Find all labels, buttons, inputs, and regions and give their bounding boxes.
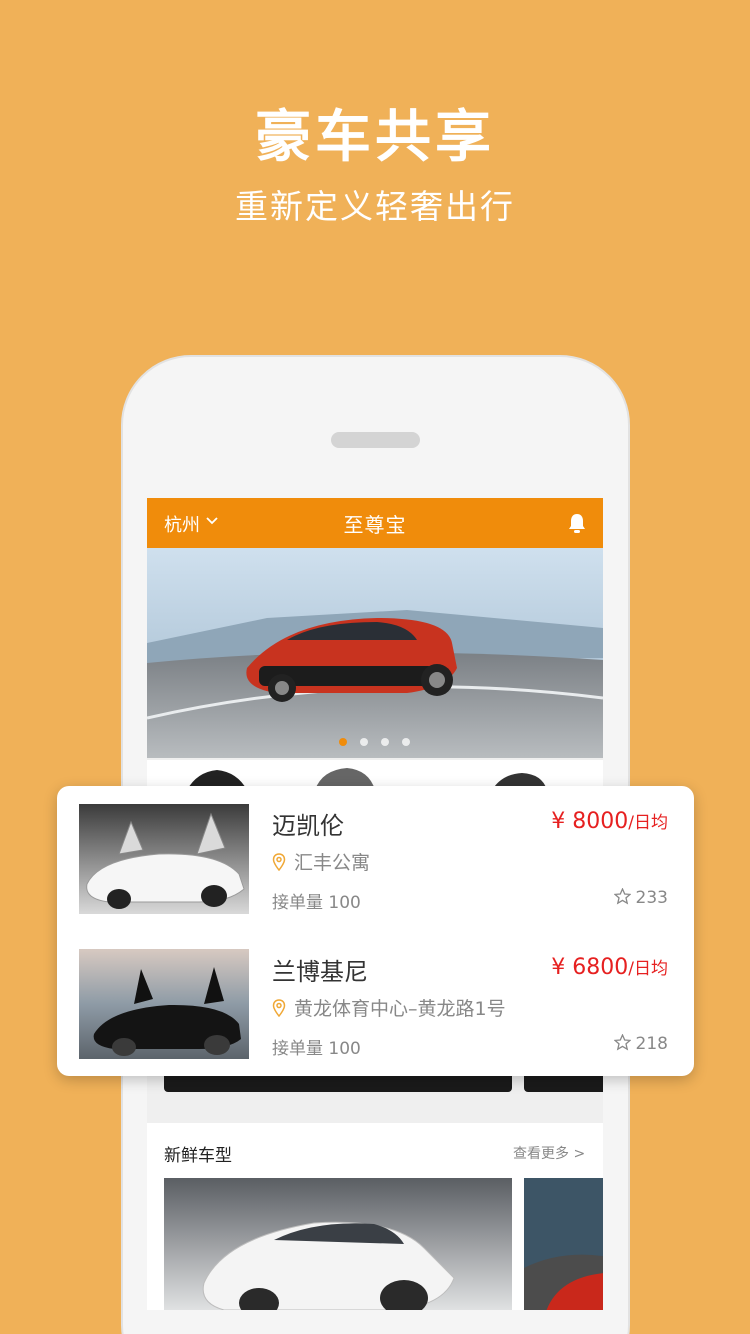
listing-card: 迈凯伦 ¥ 8000/日均 汇丰公寓 接单量 100 233 兰博基尼 ¥ 68… xyxy=(57,786,694,1076)
car-thumbnail[interactable] xyxy=(79,949,249,1059)
location-pin-icon xyxy=(272,999,286,1017)
carousel-dot[interactable] xyxy=(381,738,389,746)
car-price: ¥ 8000/日均 xyxy=(551,808,668,834)
ferrari-image xyxy=(524,1178,603,1310)
mclaren-image xyxy=(79,804,249,914)
app-title: 至尊宝 xyxy=(343,513,407,537)
hero-title: 豪车共享 xyxy=(255,105,495,170)
price-unit: /日均 xyxy=(628,813,668,833)
app-header: 杭州 至尊宝 xyxy=(147,498,603,548)
car-rating: 218 xyxy=(613,1034,668,1054)
car-price: ¥ 6800/日均 xyxy=(551,954,668,980)
fresh-car-card[interactable] xyxy=(164,1178,512,1310)
listing-item[interactable]: 迈凯伦 ¥ 8000/日均 汇丰公寓 接单量 100 233 xyxy=(57,786,694,932)
price-value: ¥ 6800 xyxy=(551,955,629,980)
rating-value: 218 xyxy=(635,1034,668,1054)
car-name: 迈凯伦 xyxy=(272,812,344,840)
order-count: 接单量 100 xyxy=(272,1039,361,1059)
price-unit: /日均 xyxy=(628,959,668,979)
fresh-models-section: 新鲜车型 查看更多 > xyxy=(147,1123,603,1310)
carousel-dot[interactable] xyxy=(360,738,368,746)
location-text: 汇丰公寓 xyxy=(294,852,371,874)
lamborghini-image xyxy=(79,949,249,1059)
carousel-dot[interactable] xyxy=(339,738,347,746)
location-pin-icon xyxy=(272,853,286,871)
phone-speaker xyxy=(331,432,420,448)
aston-martin-image xyxy=(164,1178,512,1310)
promo-banner[interactable] xyxy=(147,548,603,758)
car-thumbnail[interactable] xyxy=(79,804,249,914)
listing-item[interactable]: 兰博基尼 ¥ 6800/日均 黄龙体育中心–黄龙路1号 接单量 100 218 xyxy=(57,932,694,1078)
star-icon xyxy=(613,1034,631,1051)
hero-subtitle: 重新定义轻奢出行 xyxy=(235,187,515,226)
location-text: 黄龙体育中心–黄龙路1号 xyxy=(294,998,506,1020)
order-count: 接单量 100 xyxy=(272,893,361,913)
banner-car-image xyxy=(147,548,603,758)
price-value: ¥ 8000 xyxy=(551,809,629,834)
car-location: 黄龙体育中心–黄龙路1号 xyxy=(272,994,506,1021)
section-title: 新鲜车型 xyxy=(164,1146,232,1166)
star-icon xyxy=(613,888,631,905)
rating-value: 233 xyxy=(635,888,668,908)
car-rating: 233 xyxy=(613,888,668,908)
bell-icon[interactable] xyxy=(567,512,587,534)
fresh-car-card[interactable] xyxy=(524,1178,603,1310)
see-more-link[interactable]: 查看更多 > xyxy=(513,1143,585,1163)
car-location: 汇丰公寓 xyxy=(272,848,370,875)
carousel-dot[interactable] xyxy=(402,738,410,746)
car-name: 兰博基尼 xyxy=(272,958,368,986)
